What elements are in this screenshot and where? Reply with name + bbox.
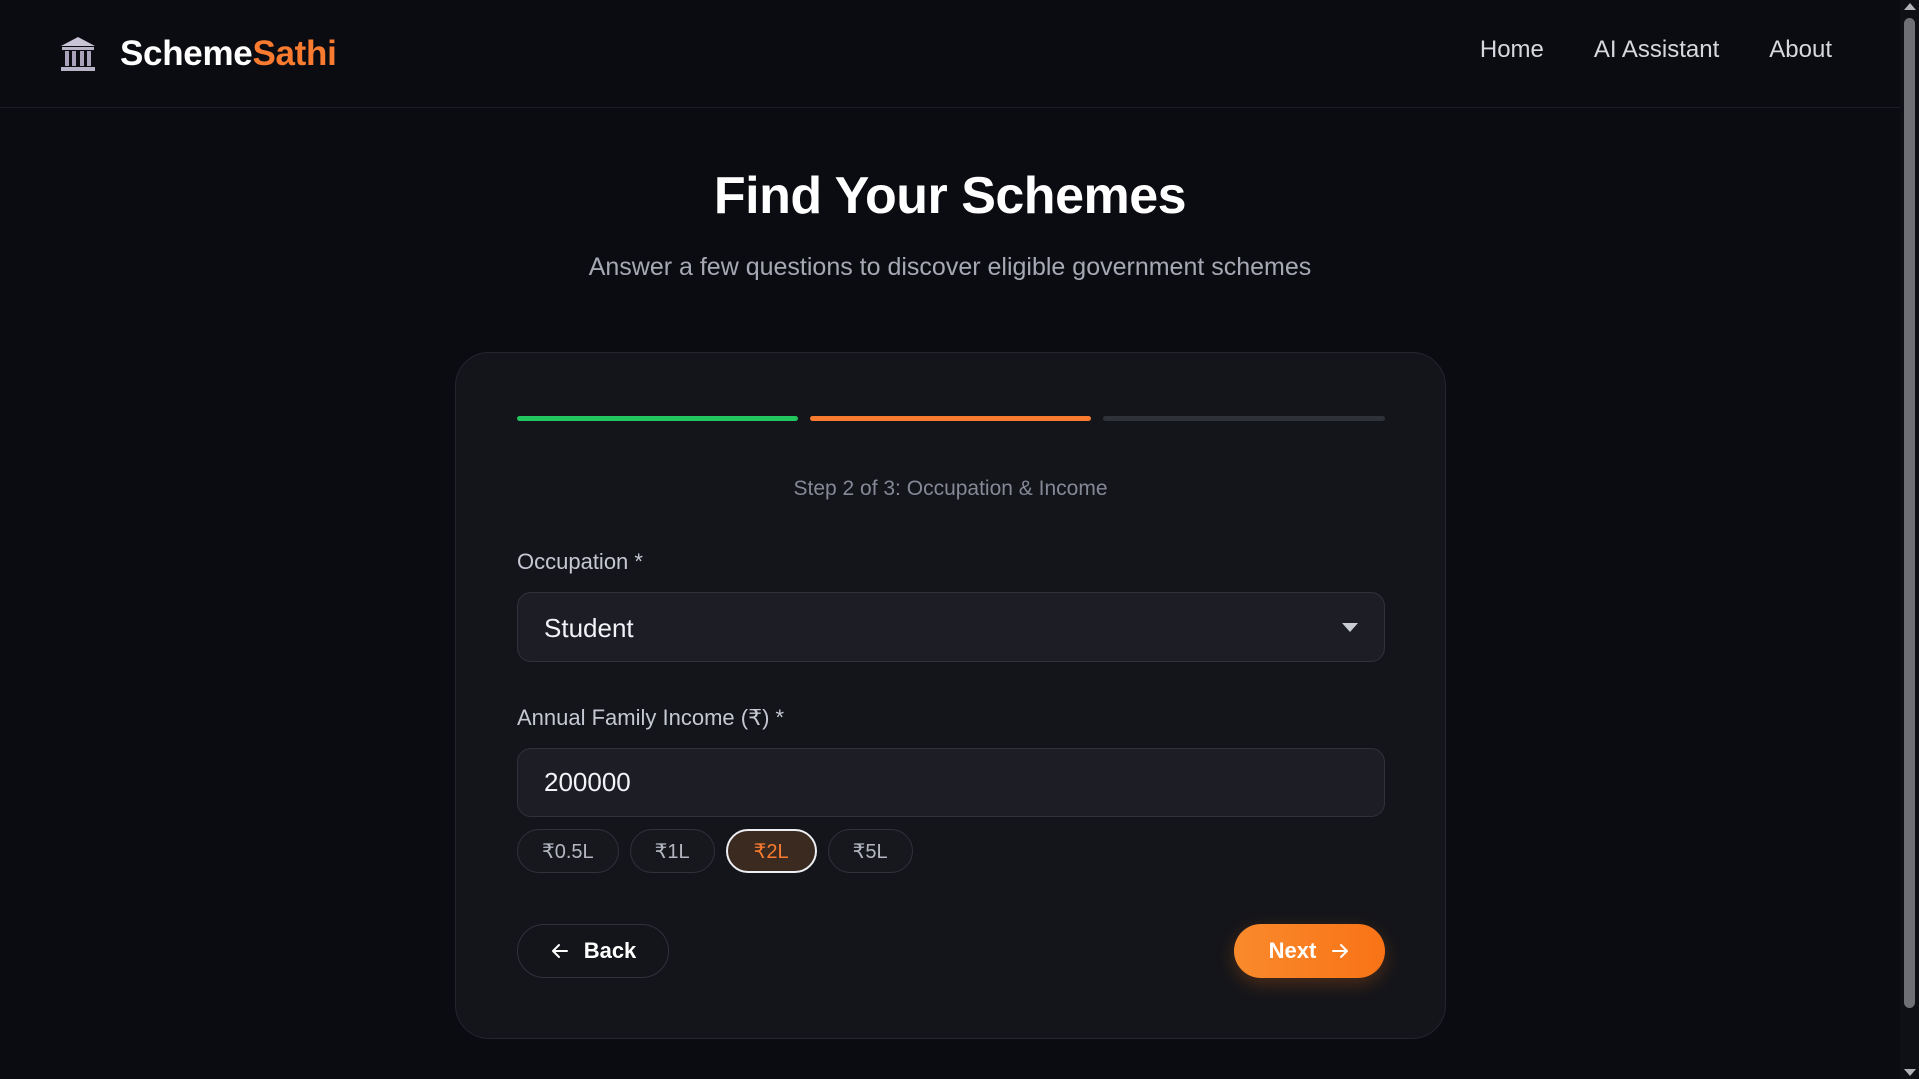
scrollbar-thumb[interactable] <box>1904 18 1915 1008</box>
income-preset-5l[interactable]: ₹5L <box>827 829 913 873</box>
back-button[interactable]: Back <box>517 924 669 978</box>
nav-ai-assistant-link[interactable]: AI Assistant <box>1594 36 1719 64</box>
brand-name-part2: Sathi <box>252 34 337 73</box>
income-input[interactable] <box>517 748 1385 817</box>
brand-name-part1: Scheme <box>120 34 253 73</box>
back-button-label: Back <box>583 938 637 963</box>
next-button-label: Next <box>1268 938 1317 963</box>
income-preset-2l[interactable]: ₹2L <box>725 829 817 873</box>
brand-logo[interactable]: SchemeSathi <box>58 30 337 78</box>
income-label: Annual Family Income (₹) * <box>517 705 785 730</box>
scroll-up-arrow-icon[interactable] <box>1904 3 1916 10</box>
income-presets: ₹0.5L ₹1L ₹2L ₹5L <box>517 829 913 873</box>
occupation-label: Occupation * <box>517 549 643 574</box>
nav-links: Home AI Assistant About <box>1480 36 1832 64</box>
page-subtitle: Answer a few questions to discover eligi… <box>588 253 1312 281</box>
next-button[interactable]: Next <box>1234 924 1385 978</box>
progress-step-3-pending <box>1103 416 1385 421</box>
arrow-right-icon <box>1330 941 1350 961</box>
vertical-scrollbar[interactable] <box>1900 0 1919 1079</box>
occupation-select[interactable]: Student <box>517 592 1385 662</box>
scroll-down-arrow-icon[interactable] <box>1904 1069 1916 1076</box>
page-title: Find Your Schemes <box>713 167 1187 225</box>
progress-step-2-current <box>810 416 1091 421</box>
nav-home-link[interactable]: Home <box>1480 36 1544 64</box>
navbar: SchemeSathi Home AI Assistant About <box>0 0 1900 108</box>
arrow-left-icon <box>550 941 570 961</box>
income-preset-0-5l[interactable]: ₹0.5L <box>517 829 619 873</box>
income-preset-1l[interactable]: ₹1L <box>629 829 715 873</box>
nav-about-link[interactable]: About <box>1769 36 1832 64</box>
progress-step-1-complete <box>517 416 798 421</box>
step-progress-bar <box>517 416 1385 421</box>
step-label: Step 2 of 3: Occupation & Income <box>793 477 1108 500</box>
government-building-icon <box>58 34 98 74</box>
occupation-selected-value: Student <box>544 613 634 643</box>
chevron-down-icon <box>1342 623 1358 632</box>
wizard-card: Step 2 of 3: Occupation & Income Occupat… <box>455 352 1446 1039</box>
brand-name: SchemeSathi <box>120 34 337 74</box>
